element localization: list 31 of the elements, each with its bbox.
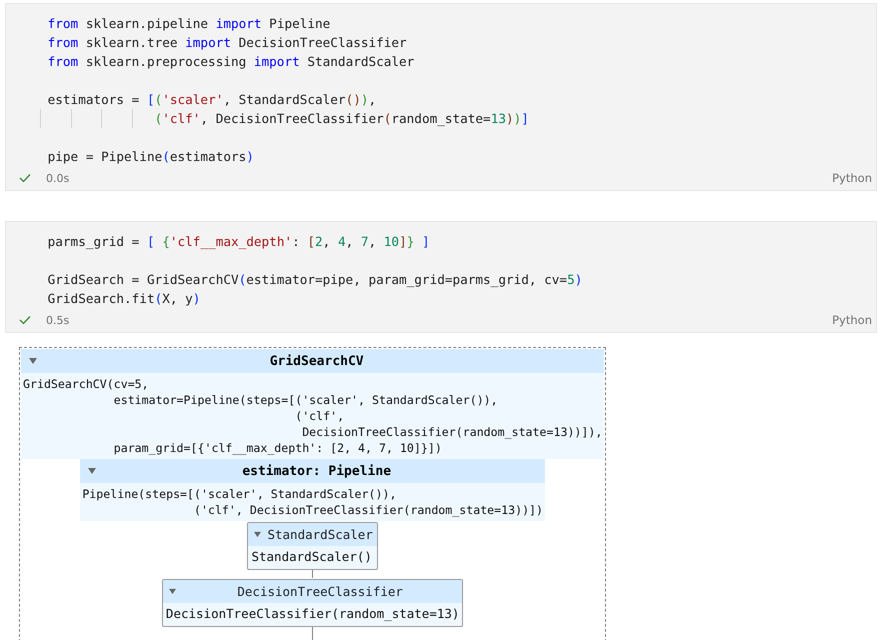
estimator-repr: DecisionTreeClassifier(random_state=13) (164, 605, 460, 623)
estimator-header[interactable]: estimator: Pipeline (80, 459, 546, 483)
code-line: from sklearn.preprocessing import StandardScaler (46, 53, 416, 71)
estimator-title: DecisionTreeClassifier (236, 584, 404, 599)
code-line: GridSearch.fit(X, y) (46, 290, 202, 308)
code-line: ('clf', DecisionTreeClassifier(random_state=13))] (40, 109, 876, 128)
execution-time: 0.0s (46, 172, 70, 184)
code-line: from sklearn.pipeline import Pipeline (46, 15, 332, 33)
execution-time: 0.5s (46, 314, 70, 326)
estimator-title: estimator: Pipeline (241, 464, 392, 478)
caret-icon (88, 467, 96, 475)
caret-icon (254, 531, 262, 538)
estimator-header[interactable]: DecisionTreeClassifier (162, 580, 462, 603)
estimator-title: StandardScaler (267, 527, 373, 542)
estimator-repr: GridSearchCV(cv=5, estimator=Pipeline(steps=[('scaler', StandardScaler()), ('clf', DecisionTreeClassifier(random_state=13))]), param_grid=[{'clf__max_depth': [2, 4, 7, 10]}]) (21, 373, 604, 459)
code-line: parms_grid = [ {'clf__max_depth': [2, 4, 7, 10]} ] (46, 233, 431, 251)
code-cell[interactable]: parms_grid = [ {'clf__max_depth': [2, 4, 7, 10]} ] GridSearch = GridSearchCV(estimator=pipe, param_grid=parms_grid, cv=5) GridSearch.fit(X, y) 0.5s Python (5, 221, 877, 333)
language-label[interactable]: Python (832, 313, 872, 327)
code-line: from sklearn.tree import DecisionTreeClassifier (46, 34, 408, 52)
code-line: pipe = Pipeline(estimators) (46, 148, 255, 166)
estimator-header[interactable]: StandardScaler (248, 523, 377, 546)
estimator-title: GridSearchCV (268, 354, 365, 368)
caret-icon (29, 357, 37, 365)
estimator-header[interactable]: GridSearchCV (21, 349, 604, 373)
language-label[interactable]: Python (832, 171, 872, 185)
code-cell[interactable] (5, 3, 877, 191)
estimator-repr: StandardScaler() (250, 548, 373, 566)
code-line: estimators = [('scaler', StandardScaler()), (46, 91, 378, 109)
caret-icon (168, 588, 176, 595)
estimator-repr: Pipeline(steps=[('scaler', StandardScaler()), ('clf', DecisionTreeClassifier(random_state=13))]) (80, 483, 546, 521)
code-line: GridSearch = GridSearchCV(estimator=pipe, param_grid=parms_grid, cv=5) (46, 271, 584, 289)
